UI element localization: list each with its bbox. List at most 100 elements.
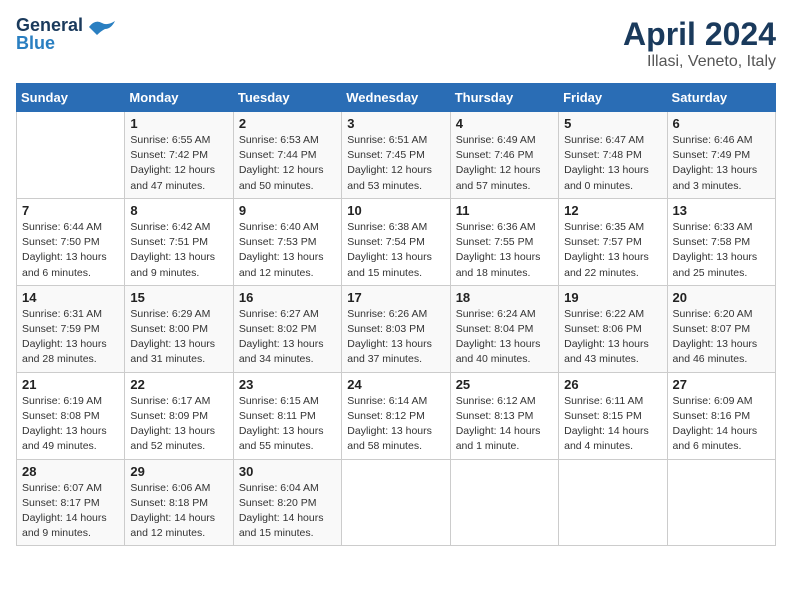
calendar-cell: 6 Sunrise: 6:46 AMSunset: 7:49 PMDaylight…	[667, 112, 775, 199]
day-number: 29	[130, 464, 227, 479]
day-info: Sunrise: 6:20 AMSunset: 8:07 PMDaylight:…	[673, 307, 770, 368]
day-number: 15	[130, 290, 227, 305]
logo: General Blue	[16, 16, 117, 52]
calendar-cell: 10 Sunrise: 6:38 AMSunset: 7:54 PMDayligh…	[342, 198, 450, 285]
calendar-week-row: 14Sunrise: 6:31 AMSunset: 7:59 PMDayligh…	[17, 285, 776, 372]
day-number: 11	[456, 203, 553, 218]
day-number: 17	[347, 290, 444, 305]
calendar-week-row: 1 Sunrise: 6:55 AMSunset: 7:42 PMDaylight…	[17, 112, 776, 199]
day-info: Sunrise: 6:36 AMSunset: 7:55 PMDaylight:…	[456, 220, 553, 281]
calendar-cell: 30 Sunrise: 6:04 AMSunset: 8:20 PMDayligh…	[233, 459, 341, 546]
calendar-cell: 22 Sunrise: 6:17 AMSunset: 8:09 PMDayligh…	[125, 372, 233, 459]
calendar-cell: 28 Sunrise: 6:07 AMSunset: 8:17 PMDayligh…	[17, 459, 125, 546]
calendar-cell: 2 Sunrise: 6:53 AMSunset: 7:44 PMDaylight…	[233, 112, 341, 199]
day-number: 26	[564, 377, 661, 392]
day-number: 8	[130, 203, 227, 218]
weekday-header: Sunday	[17, 84, 125, 112]
day-info: Sunrise: 6:49 AMSunset: 7:46 PMDaylight:…	[456, 133, 553, 194]
day-number: 9	[239, 203, 336, 218]
calendar-cell: 13 Sunrise: 6:33 AMSunset: 7:58 PMDayligh…	[667, 198, 775, 285]
weekday-header: Friday	[559, 84, 667, 112]
calendar-cell: 1 Sunrise: 6:55 AMSunset: 7:42 PMDaylight…	[125, 112, 233, 199]
calendar-cell: 20 Sunrise: 6:20 AMSunset: 8:07 PMDayligh…	[667, 285, 775, 372]
calendar-cell: 15 Sunrise: 6:29 AMSunset: 8:00 PMDayligh…	[125, 285, 233, 372]
day-info: Sunrise: 6:47 AMSunset: 7:48 PMDaylight:…	[564, 133, 661, 194]
day-number: 22	[130, 377, 227, 392]
calendar-cell	[667, 459, 775, 546]
calendar-cell: 24 Sunrise: 6:14 AMSunset: 8:12 PMDayligh…	[342, 372, 450, 459]
calendar-cell: 3 Sunrise: 6:51 AMSunset: 7:45 PMDaylight…	[342, 112, 450, 199]
day-number: 30	[239, 464, 336, 479]
calendar-cell: 14Sunrise: 6:31 AMSunset: 7:59 PMDayligh…	[17, 285, 125, 372]
day-info: Sunrise: 6:46 AMSunset: 7:49 PMDaylight:…	[673, 133, 770, 194]
calendar-cell: 27 Sunrise: 6:09 AMSunset: 8:16 PMDayligh…	[667, 372, 775, 459]
page-subtitle: Illasi, Veneto, Italy	[623, 53, 776, 71]
day-info: Sunrise: 6:38 AMSunset: 7:54 PMDaylight:…	[347, 220, 444, 281]
day-info: Sunrise: 6:12 AMSunset: 8:13 PMDaylight:…	[456, 394, 553, 455]
day-number: 21	[22, 377, 119, 392]
day-number: 10	[347, 203, 444, 218]
calendar-cell	[342, 459, 450, 546]
day-info: Sunrise: 6:51 AMSunset: 7:45 PMDaylight:…	[347, 133, 444, 194]
day-number: 13	[673, 203, 770, 218]
day-info: Sunrise: 6:06 AMSunset: 8:18 PMDaylight:…	[130, 481, 227, 542]
day-info: Sunrise: 6:29 AMSunset: 8:00 PMDaylight:…	[130, 307, 227, 368]
day-info: Sunrise: 6:27 AMSunset: 8:02 PMDaylight:…	[239, 307, 336, 368]
calendar-cell: 18Sunrise: 6:24 AMSunset: 8:04 PMDayligh…	[450, 285, 558, 372]
day-number: 28	[22, 464, 119, 479]
calendar-cell: 9Sunrise: 6:40 AMSunset: 7:53 PMDaylight…	[233, 198, 341, 285]
calendar-cell: 25 Sunrise: 6:12 AMSunset: 8:13 PMDayligh…	[450, 372, 558, 459]
day-info: Sunrise: 6:04 AMSunset: 8:20 PMDaylight:…	[239, 481, 336, 542]
day-info: Sunrise: 6:17 AMSunset: 8:09 PMDaylight:…	[130, 394, 227, 455]
day-info: Sunrise: 6:33 AMSunset: 7:58 PMDaylight:…	[673, 220, 770, 281]
calendar-cell	[17, 112, 125, 199]
page-title: April 2024	[623, 16, 776, 53]
day-number: 24	[347, 377, 444, 392]
day-number: 14	[22, 290, 119, 305]
day-info: Sunrise: 6:22 AMSunset: 8:06 PMDaylight:…	[564, 307, 661, 368]
calendar-week-row: 7Sunrise: 6:44 AMSunset: 7:50 PMDaylight…	[17, 198, 776, 285]
day-number: 20	[673, 290, 770, 305]
calendar-cell: 5 Sunrise: 6:47 AMSunset: 7:48 PMDaylight…	[559, 112, 667, 199]
day-info: Sunrise: 6:42 AMSunset: 7:51 PMDaylight:…	[130, 220, 227, 281]
calendar-cell	[559, 459, 667, 546]
day-info: Sunrise: 6:14 AMSunset: 8:12 PMDaylight:…	[347, 394, 444, 455]
calendar-cell: 16 Sunrise: 6:27 AMSunset: 8:02 PMDayligh…	[233, 285, 341, 372]
calendar-cell: 29 Sunrise: 6:06 AMSunset: 8:18 PMDayligh…	[125, 459, 233, 546]
weekday-header: Saturday	[667, 84, 775, 112]
day-number: 1	[130, 116, 227, 131]
page-header: General Blue April 2024 Illasi, Veneto, …	[16, 16, 776, 71]
day-info: Sunrise: 6:35 AMSunset: 7:57 PMDaylight:…	[564, 220, 661, 281]
day-number: 6	[673, 116, 770, 131]
day-number: 7	[22, 203, 119, 218]
day-number: 4	[456, 116, 553, 131]
day-number: 19	[564, 290, 661, 305]
calendar-table: SundayMondayTuesdayWednesdayThursdayFrid…	[16, 83, 776, 546]
day-info: Sunrise: 6:19 AMSunset: 8:08 PMDaylight:…	[22, 394, 119, 455]
calendar-cell	[450, 459, 558, 546]
day-info: Sunrise: 6:53 AMSunset: 7:44 PMDaylight:…	[239, 133, 336, 194]
day-info: Sunrise: 6:09 AMSunset: 8:16 PMDaylight:…	[673, 394, 770, 455]
day-number: 3	[347, 116, 444, 131]
day-info: Sunrise: 6:11 AMSunset: 8:15 PMDaylight:…	[564, 394, 661, 455]
day-number: 12	[564, 203, 661, 218]
day-info: Sunrise: 6:55 AMSunset: 7:42 PMDaylight:…	[130, 133, 227, 194]
day-number: 27	[673, 377, 770, 392]
calendar-header-row: SundayMondayTuesdayWednesdayThursdayFrid…	[17, 84, 776, 112]
logo-general: General	[16, 16, 83, 34]
calendar-cell: 11 Sunrise: 6:36 AMSunset: 7:55 PMDayligh…	[450, 198, 558, 285]
day-number: 25	[456, 377, 553, 392]
day-number: 2	[239, 116, 336, 131]
day-number: 16	[239, 290, 336, 305]
day-number: 5	[564, 116, 661, 131]
title-area: April 2024 Illasi, Veneto, Italy	[623, 16, 776, 71]
calendar-cell: 23Sunrise: 6:15 AMSunset: 8:11 PMDayligh…	[233, 372, 341, 459]
day-info: Sunrise: 6:07 AMSunset: 8:17 PMDaylight:…	[22, 481, 119, 542]
calendar-cell: 17Sunrise: 6:26 AMSunset: 8:03 PMDayligh…	[342, 285, 450, 372]
day-info: Sunrise: 6:24 AMSunset: 8:04 PMDaylight:…	[456, 307, 553, 368]
calendar-cell: 4 Sunrise: 6:49 AMSunset: 7:46 PMDaylight…	[450, 112, 558, 199]
calendar-week-row: 28 Sunrise: 6:07 AMSunset: 8:17 PMDayligh…	[17, 459, 776, 546]
weekday-header: Tuesday	[233, 84, 341, 112]
calendar-cell: 19 Sunrise: 6:22 AMSunset: 8:06 PMDayligh…	[559, 285, 667, 372]
logo-blue: Blue	[16, 34, 83, 52]
